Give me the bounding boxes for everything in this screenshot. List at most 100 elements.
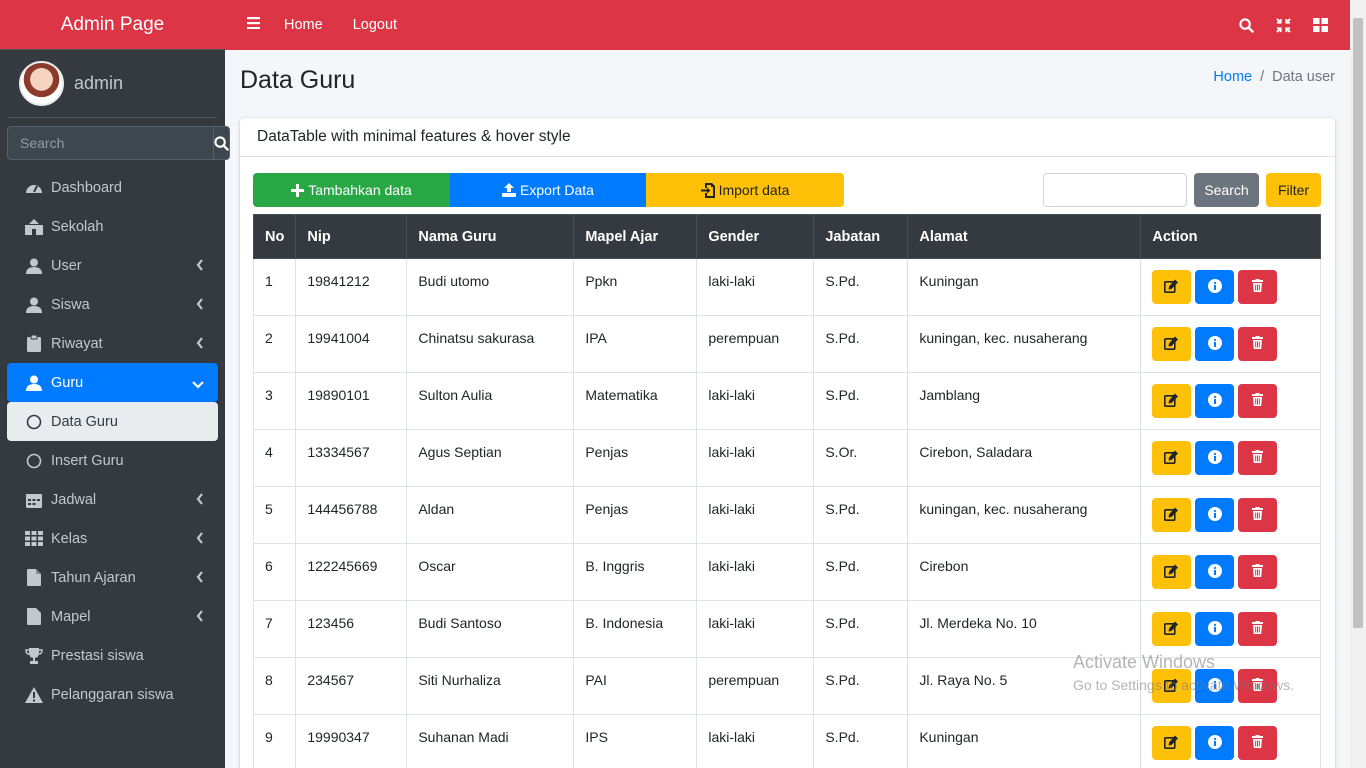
vertical-scrollbar[interactable] [1350, 0, 1366, 768]
avatar[interactable] [19, 61, 64, 106]
sidebar-item-riwayat[interactable]: Riwayat [7, 324, 218, 363]
cell-jabatan: S.Pd. [813, 714, 909, 768]
column-header[interactable]: Alamat [907, 214, 1142, 259]
cell-action [1140, 429, 1321, 487]
edit-button[interactable] [1152, 270, 1192, 304]
column-header[interactable]: Nama Guru [406, 214, 575, 259]
sidebar-item-user[interactable]: User [7, 246, 218, 285]
sidebar-search-input[interactable] [7, 126, 213, 160]
sidebar-item-pelanggaran[interactable]: Pelanggaran siswa [7, 675, 218, 714]
menu-toggle-icon[interactable] [247, 16, 260, 34]
edit-button[interactable] [1152, 555, 1192, 589]
delete-button[interactable] [1238, 726, 1278, 760]
nav-logout-link[interactable]: Logout [353, 17, 397, 33]
breadcrumb-home-link[interactable]: Home [1213, 69, 1252, 85]
table-row[interactable]: 1 19841212 Budi utomo Ppkn laki-laki S.Pd. Kun… [252, 258, 1321, 316]
nav-home-link[interactable]: Home [284, 17, 323, 33]
sidebar-item-jadwal[interactable]: Jadwal [7, 480, 218, 519]
table-row[interactable]: 6 122245669 Oscar B. Inggris laki-laki S.Pd. C… [252, 543, 1321, 601]
sidebar-item-dashboard[interactable]: Dashboard [7, 168, 218, 207]
edit-button[interactable] [1152, 384, 1192, 418]
user-name[interactable]: admin [74, 73, 123, 94]
cell-nip: 19841212 [295, 258, 408, 316]
edit-icon [1164, 336, 1179, 353]
sidebar-item-siswa[interactable]: Siswa [7, 285, 218, 324]
clipboard-icon [24, 335, 44, 353]
user-icon [24, 257, 44, 275]
column-header[interactable]: Jabatan [813, 214, 909, 259]
sidebar-item-kelas[interactable]: Kelas [7, 519, 218, 558]
delete-button[interactable] [1238, 555, 1278, 589]
table-row[interactable]: 4 13334567 Agus Septian Penjas laki-laki S.Or… [252, 429, 1321, 487]
detail-button[interactable] [1195, 555, 1235, 589]
detail-button[interactable] [1195, 726, 1235, 760]
table-row[interactable]: 5 144456788 Aldan Penjas laki-laki S.Pd. kunin… [252, 486, 1321, 544]
table-search-input[interactable] [1043, 173, 1187, 207]
brand-title[interactable]: Admin Page [0, 0, 225, 50]
sidebar-item-tahun-ajaran[interactable]: Tahun Ajaran [7, 558, 218, 597]
delete-button[interactable] [1238, 327, 1278, 361]
sidebar-item-guru[interactable]: Guru [7, 363, 218, 402]
edit-icon [1164, 279, 1179, 296]
edit-button[interactable] [1152, 612, 1192, 646]
column-header[interactable]: Gender [696, 214, 815, 259]
sidebar-item-label: Dashboard [51, 179, 122, 196]
detail-button[interactable] [1195, 612, 1235, 646]
column-header[interactable]: Nip [295, 214, 408, 259]
fullscreen-icon[interactable] [1276, 17, 1291, 33]
delete-button[interactable] [1238, 270, 1278, 304]
control-sidebar-icon[interactable] [1313, 18, 1328, 32]
edit-button[interactable] [1152, 726, 1192, 760]
edit-button[interactable] [1152, 441, 1192, 475]
sidebar-item-prestasi[interactable]: Prestasi siswa [7, 636, 218, 675]
sidebar-item-insert-guru[interactable]: Insert Guru [7, 441, 218, 480]
sidebar-item-label: Insert Guru [51, 452, 124, 469]
sidebar-item-label: Pelanggaran siswa [51, 686, 174, 703]
detail-button[interactable] [1195, 384, 1235, 418]
sidebar-item-data-guru[interactable]: Data Guru [7, 402, 218, 441]
cell-jabatan: S.Pd. [813, 543, 909, 601]
file-icon [24, 569, 44, 587]
edit-button[interactable] [1152, 327, 1192, 361]
scrollbar-thumb[interactable] [1353, 18, 1363, 628]
cell-nama-guru: Chinatsu sakurasa [406, 315, 575, 373]
table-row[interactable]: 2 19941004 Chinatsu sakurasa IPA perempuan S.… [252, 315, 1321, 373]
sidebar-item-label: User [51, 257, 82, 274]
delete-button[interactable] [1238, 612, 1278, 646]
add-data-label: Tambahkan data [308, 182, 412, 198]
page-title: Data Guru [240, 66, 356, 94]
detail-button[interactable] [1195, 498, 1235, 532]
delete-button[interactable] [1238, 498, 1278, 532]
info-icon [1207, 506, 1222, 524]
filter-button[interactable]: Filter [1266, 173, 1321, 207]
sidebar-item-label: Prestasi siswa [51, 647, 144, 664]
search-icon[interactable] [1239, 17, 1254, 33]
add-data-button[interactable]: Tambahkan data [253, 173, 450, 207]
column-header[interactable]: No [252, 214, 297, 259]
cell-alamat: Cirebon, Saladara [907, 429, 1142, 487]
column-header[interactable]: Mapel Ajar [573, 214, 698, 259]
table-row[interactable]: 7 123456 Budi Santoso B. Indonesia laki-laki… [252, 600, 1321, 658]
sidebar-search-button[interactable] [213, 126, 230, 160]
sidebar-item-sekolah[interactable]: Sekolah [7, 207, 218, 246]
table-header-row: No Nip Nama Guru Mapel Ajar Gender Jabat… [252, 214, 1321, 259]
edit-button[interactable] [1152, 498, 1192, 532]
detail-button[interactable] [1195, 270, 1235, 304]
cell-alamat: Kuningan [907, 258, 1142, 316]
breadcrumb-current: Data user [1272, 69, 1335, 85]
table-row[interactable]: 3 19890101 Sulton Aulia Matematika laki-laki… [252, 372, 1321, 430]
export-data-button[interactable]: Export Data [450, 173, 646, 207]
column-header[interactable]: Action [1140, 214, 1321, 259]
sidebar-item-mapel[interactable]: Mapel [7, 597, 218, 636]
search-button[interactable]: Search [1194, 173, 1259, 207]
import-data-label: Import data [718, 182, 790, 198]
cell-gender: perempuan [696, 315, 815, 373]
detail-button[interactable] [1195, 327, 1235, 361]
cell-gender: perempuan [696, 657, 815, 715]
cell-mapel: Matematika [573, 372, 698, 430]
delete-button[interactable] [1238, 441, 1278, 475]
table-row[interactable]: 9 19990347 Suhanan Madi IPS laki-laki S.Pd. Ku… [252, 714, 1321, 768]
delete-button[interactable] [1238, 384, 1278, 418]
import-data-button[interactable]: Import data [646, 173, 844, 207]
detail-button[interactable] [1195, 441, 1235, 475]
